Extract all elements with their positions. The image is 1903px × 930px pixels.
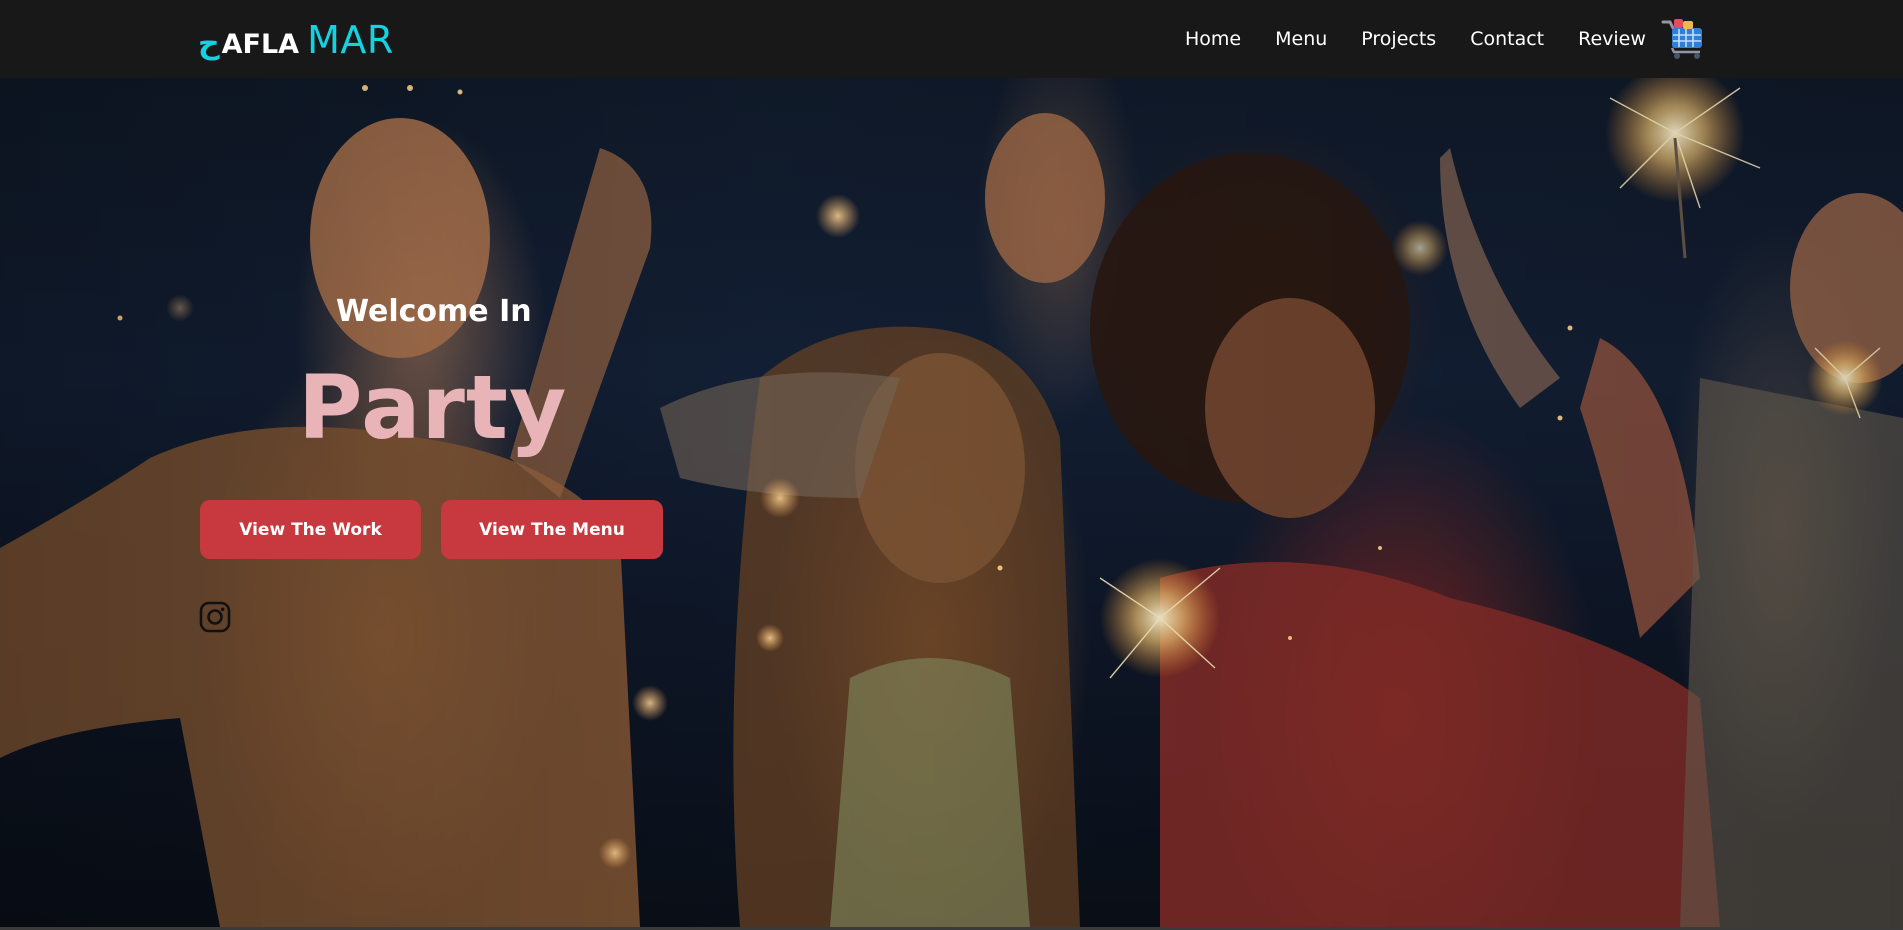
- hero-title: Party: [298, 356, 568, 459]
- view-menu-button[interactable]: View The Menu: [441, 500, 663, 559]
- nav-link-review[interactable]: Review: [1578, 28, 1646, 50]
- hero-section: Welcome In Party View The Work View The …: [0, 78, 1903, 927]
- logo-mar-text: MAR: [307, 18, 394, 62]
- shopping-cart-icon[interactable]: [1660, 16, 1706, 60]
- nav-link-projects[interactable]: Projects: [1361, 28, 1436, 50]
- logo-arabic-letter: ح: [198, 26, 220, 61]
- site-logo[interactable]: ح AFLA MAR: [198, 18, 394, 62]
- navbar: ح AFLA MAR Home Menu Projects Contact Re…: [0, 0, 1903, 78]
- nav-link-contact[interactable]: Contact: [1470, 28, 1544, 50]
- hero-welcome-text: Welcome In: [336, 294, 532, 329]
- instagram-icon[interactable]: [199, 601, 231, 633]
- nav-link-home[interactable]: Home: [1185, 28, 1241, 50]
- view-work-button[interactable]: View The Work: [200, 500, 421, 559]
- nav-link-menu[interactable]: Menu: [1275, 28, 1327, 50]
- logo-afla-text: AFLA: [221, 29, 300, 60]
- main-nav: Home Menu Projects Contact Review: [1185, 0, 1646, 78]
